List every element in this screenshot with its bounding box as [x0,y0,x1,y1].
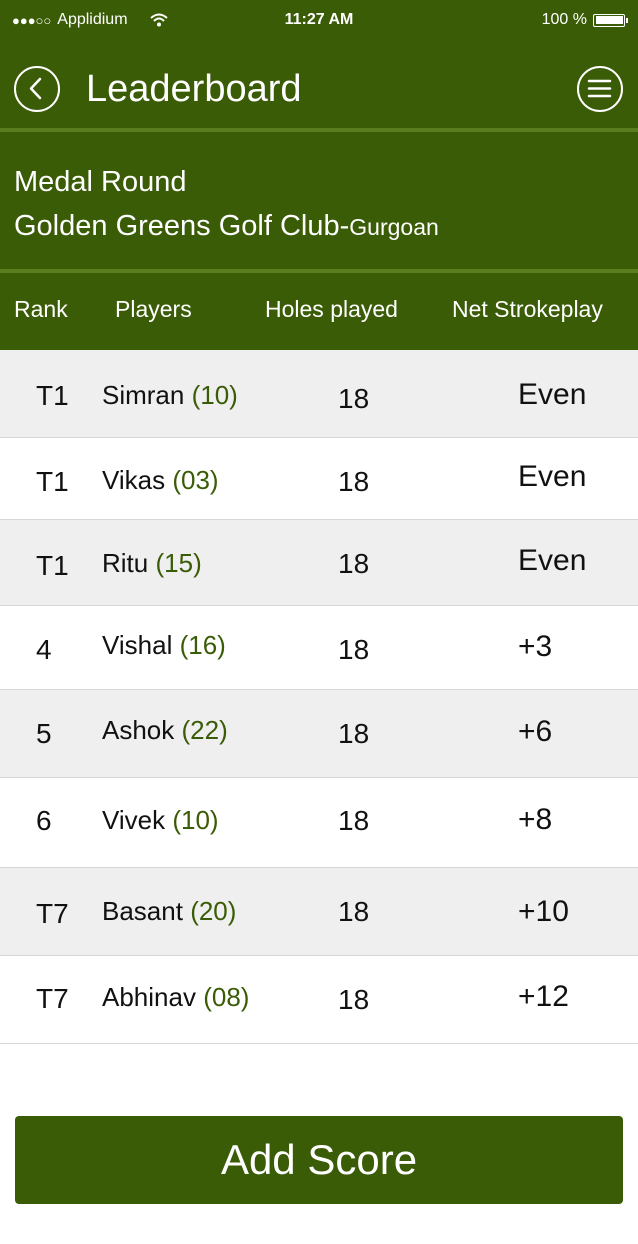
row-score: +3 [518,630,553,663]
page-title: Leaderboard [86,68,302,110]
player-handicap: (15) [155,548,202,578]
col-header-players: Players [115,296,192,322]
player-handicap: (16) [179,630,226,660]
round-info: Medal Round Golden Greens Golf Club-Gurg… [14,160,439,249]
row-player: Vikas (03) [102,465,219,496]
player-handicap: (08) [203,982,250,1012]
status-right: 100 % [542,11,628,29]
table-row[interactable]: T7 Basant (20) 18 +10 [0,868,638,956]
row-player: Vishal (16) [102,630,226,661]
round-name: Medal Round [14,166,187,198]
player-handicap: (10) [191,380,238,410]
battery-tip [626,17,628,23]
row-rank: T1 [36,550,69,581]
player-name: Ritu [102,548,149,578]
leaderboard-table: T1 Simran (10) 18 Even T1 Vikas (03) 18 … [0,350,638,1044]
row-rank: 4 [36,634,52,665]
row-holes: 18 [338,466,370,497]
table-row[interactable]: 4 Vishal (16) 18 +3 [0,606,638,690]
row-holes: 18 [338,718,370,749]
row-holes: 18 [338,896,370,927]
row-score: Even [518,378,587,411]
player-name: Abhinav [102,982,196,1012]
row-rank: 6 [36,805,52,836]
hamburger-menu-icon [587,79,612,98]
battery-percent: 100 % [541,11,587,28]
row-holes: 18 [338,634,370,665]
row-score: +10 [518,895,569,928]
row-holes: 18 [338,383,370,414]
row-score: Even [518,544,587,577]
row-player: Basant (20) [102,896,236,927]
table-row[interactable]: 5 Ashok (22) 18 +6 [0,690,638,778]
player-handicap: (10) [172,805,219,835]
player-handicap: (03) [172,465,219,495]
col-header-score: Net Strokeplay [452,296,603,322]
row-score: Even [518,460,587,493]
table-row[interactable]: T7 Abhinav (08) 18 +12 [0,956,638,1044]
row-rank: T7 [36,983,69,1014]
col-header-rank: Rank [14,296,68,322]
player-name: Vikas [102,465,166,495]
row-holes: 18 [338,805,370,836]
row-score: +12 [518,980,569,1013]
row-player: Ashok (22) [102,715,228,746]
battery-icon [593,13,625,27]
player-name: Vivek [102,805,166,835]
row-rank: 5 [36,718,52,749]
row-player: Abhinav (08) [102,982,249,1013]
player-name: Ashok [102,715,175,745]
table-row[interactable]: 6 Vivek (10) 18 +8 [0,778,638,868]
table-row[interactable]: T1 Vikas (03) 18 Even [0,438,638,520]
nav-bar: Leaderboard [0,40,638,128]
player-handicap: (22) [181,715,228,745]
back-button[interactable] [14,66,60,112]
info-divider [0,269,638,273]
row-rank: T1 [36,466,69,497]
row-player: Vivek (10) [102,805,219,836]
menu-button[interactable] [577,66,623,112]
row-score: +6 [518,715,553,748]
add-score-button[interactable]: Add Score [15,1116,623,1204]
table-row[interactable]: T1 Ritu (15) 18 Even [0,520,638,606]
player-name: Simran [102,380,185,410]
row-rank: T1 [36,380,69,411]
club-line: Golden Greens Golf Club-Gurgoan [14,204,439,249]
chevron-left-icon [29,77,42,100]
col-header-holes: Holes played [265,296,398,322]
row-holes: 18 [338,548,370,579]
row-holes: 18 [338,984,370,1015]
table-row[interactable]: T1 Simran (10) 18 Even [0,350,638,438]
club-city: Gurgoan [349,214,439,240]
column-headers: Rank Players Holes played Net Strokeplay [0,290,638,334]
player-handicap: (20) [190,896,237,926]
header-divider [0,128,638,132]
row-score: +8 [518,803,553,836]
player-name: Vishal [102,630,173,660]
row-player: Simran (10) [102,380,238,411]
row-rank: T7 [36,898,69,929]
player-name: Basant [102,896,183,926]
row-player: Ritu (15) [102,548,202,579]
status-bar: ●●●○○ Applidium 11:27 AM 100 % [0,0,638,40]
club-name: Golden Greens Golf Club- [14,210,350,242]
